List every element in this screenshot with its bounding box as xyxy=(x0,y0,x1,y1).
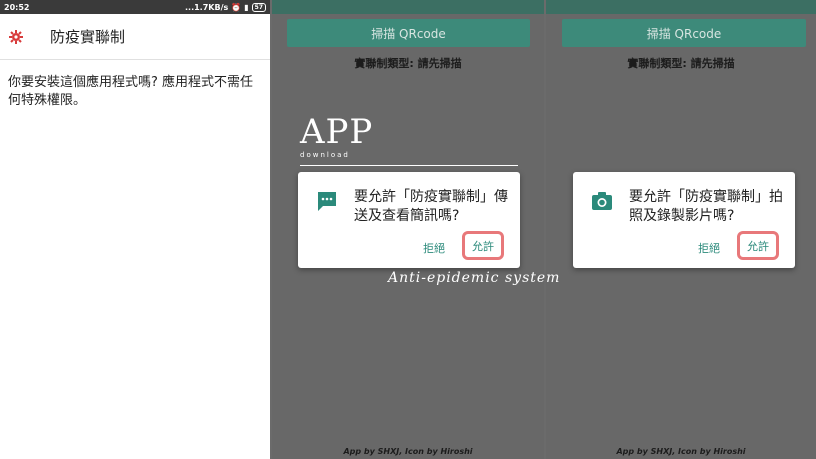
top-strip xyxy=(546,0,816,14)
status-right: ...1.7KB/s ⏰ ▮ 57 xyxy=(184,2,266,12)
status-time: 20:52 xyxy=(4,2,30,12)
app-footer: App by SHXJ, Icon by Hiroshi xyxy=(343,447,473,456)
scan-qrcode-button[interactable]: 掃描 QRcode xyxy=(287,19,530,47)
allow-button[interactable]: 允許 xyxy=(747,238,769,254)
screenshot-composite: 20:52 ...1.7KB/s ⏰ ▮ 57 防疫實聯制 你要安裝這個應用程式… xyxy=(0,0,816,459)
installer-screen: 20:52 ...1.7KB/s ⏰ ▮ 57 防疫實聯制 你要安裝這個應用程式… xyxy=(0,0,270,459)
allow-button[interactable]: 允許 xyxy=(472,238,494,254)
sms-permission-screen: 掃描 QRcode 實聯制類型: 請先掃描 要允許「防疫實聯制」傳送及查看簡訊嗎… xyxy=(272,0,544,459)
install-message: 你要安裝這個應用程式嗎? 應用程式不需任何特殊權限。 xyxy=(8,75,254,108)
camera-permission-screen: 掃描 QRcode 實聯制類型: 請先掃描 要允許「防疫實聯制」拍照及錄製影片嗎… xyxy=(546,0,816,459)
deny-button[interactable]: 拒絕 xyxy=(698,240,720,256)
installer-app-title: 防疫實聯制 xyxy=(50,28,126,46)
signal-icon: ▮ xyxy=(244,2,249,12)
top-strip xyxy=(272,0,544,14)
overlay-divider xyxy=(300,165,518,166)
alarm-icon: ⏰ xyxy=(231,2,242,12)
overlay-title: APP xyxy=(300,112,374,152)
type-label: 實聯制類型: 請先掃描 xyxy=(627,57,735,70)
type-label: 實聯制類型: 請先掃描 xyxy=(354,57,462,70)
camera-icon xyxy=(592,192,612,210)
installer-app-bar: 防疫實聯制 xyxy=(0,14,270,60)
overlay-script-text: Anti-epidemic system xyxy=(388,270,561,286)
status-bar: 20:52 ...1.7KB/s ⏰ ▮ 57 xyxy=(0,0,270,14)
gear-icon xyxy=(9,29,23,44)
app-footer: App by SHXJ, Icon by Hiroshi xyxy=(616,447,746,456)
scan-qrcode-button[interactable]: 掃描 QRcode xyxy=(562,19,806,47)
sms-permission-dialog: 要允許「防疫實聯制」傳送及查看簡訊嗎? 拒絕 允許 xyxy=(298,172,520,268)
allow-highlight: 允許 xyxy=(737,231,779,260)
message-icon xyxy=(318,192,336,211)
sms-dialog-text: 要允許「防疫實聯制」傳送及查看簡訊嗎? xyxy=(354,189,508,224)
overlay-subtitle: download xyxy=(300,151,350,159)
app-gear-icon xyxy=(8,29,24,45)
camera-permission-dialog: 要允許「防疫實聯制」拍照及錄製影片嗎? 拒絕 允許 xyxy=(573,172,795,268)
battery-icon: 57 xyxy=(251,2,266,12)
deny-button[interactable]: 拒絕 xyxy=(423,240,445,256)
battery-level: 57 xyxy=(254,3,263,11)
network-speed: ...1.7KB/s xyxy=(184,2,229,12)
allow-highlight: 允許 xyxy=(462,231,504,260)
camera-dialog-text: 要允許「防疫實聯制」拍照及錄製影片嗎? xyxy=(629,189,783,224)
